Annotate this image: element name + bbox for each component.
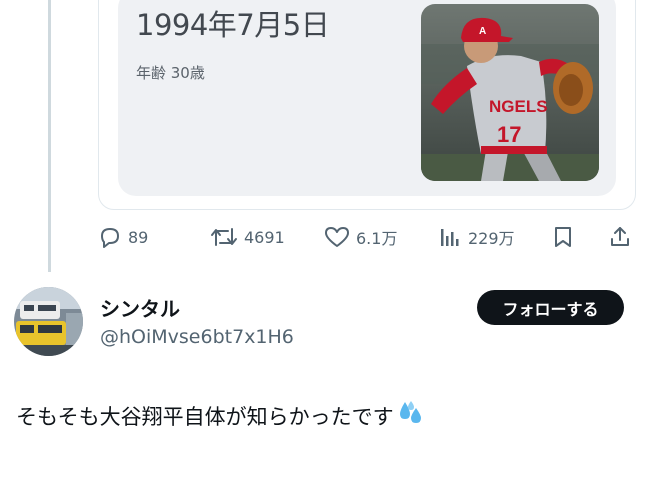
like-button[interactable]: 6.1万 (324, 222, 397, 252)
tweet-actions: 89 4691 6.1万 229万 (0, 222, 650, 252)
age-label: 年齢 30歳 (136, 64, 205, 82)
repost-count: 4691 (244, 227, 285, 247)
reply-count: 89 (128, 227, 149, 247)
reply-icon (101, 228, 119, 248)
svg-text:17: 17 (497, 122, 521, 147)
bookmark-icon (555, 227, 571, 247)
sweat-droplets-icon (398, 400, 424, 431)
birthday-panel: 1994年7月5日 年齢 30歳 NGELS 17 A (118, 0, 616, 196)
share-icon (611, 227, 629, 246)
views-button[interactable]: 229万 (438, 222, 515, 252)
repost-icon (211, 228, 237, 246)
views-icon (441, 229, 459, 246)
reply-text: そもそも大谷翔平自体が知らかったです (16, 400, 424, 431)
svg-text:A: A (479, 26, 486, 37)
bookmark-button[interactable] (551, 222, 575, 252)
reply-handle[interactable]: @hOiMvse6bt7x1H6 (100, 326, 294, 348)
like-count: 6.1万 (356, 229, 398, 248)
reply-button[interactable]: 89 (98, 222, 148, 252)
birth-date: 1994年7月5日 (136, 8, 330, 42)
avatar[interactable] (14, 287, 83, 356)
reply-display-name[interactable]: シンタル (100, 293, 180, 322)
player-photo[interactable]: NGELS 17 A (421, 4, 599, 181)
share-button[interactable] (608, 222, 632, 252)
follow-button[interactable]: フォローする (477, 290, 624, 325)
repost-button[interactable]: 4691 (210, 222, 285, 252)
svg-text:NGELS: NGELS (489, 97, 548, 116)
reply-text-content: そもそも大谷翔平自体が知らかったです (16, 404, 394, 429)
heart-icon (325, 227, 349, 247)
view-count: 229万 (468, 229, 515, 248)
